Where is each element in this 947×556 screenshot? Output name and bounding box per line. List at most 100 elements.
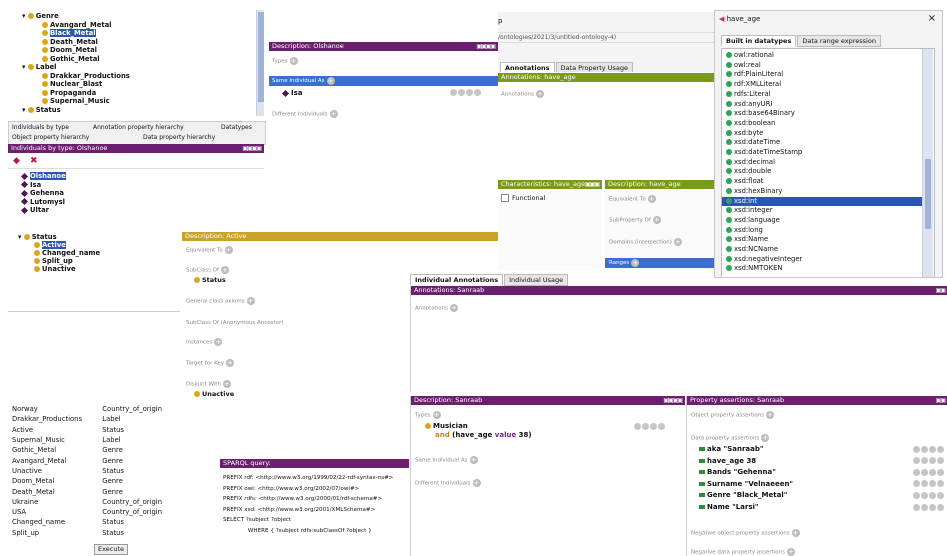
window-controls-icon[interactable]: ▣▣▣▣: [476, 42, 496, 51]
table-row[interactable]: Ukraine Country_of_origin: [10, 497, 186, 507]
subclass-value[interactable]: Status: [194, 276, 226, 284]
datatype-item[interactable]: rdf:XMLLiteral: [722, 80, 926, 90]
row-action-icons[interactable]: [912, 467, 944, 478]
tab-individual-annotations[interactable]: Individual Annotations: [410, 274, 504, 286]
table-row[interactable]: Gothic_Metal Genre: [10, 445, 186, 455]
table-row[interactable]: Changed_name Status: [10, 517, 186, 527]
tree-node[interactable]: Drakkar_Productions: [42, 72, 130, 81]
add-subclass-icon[interactable]: +: [220, 266, 229, 274]
datatype-item[interactable]: xsd:float: [722, 177, 926, 187]
data-assertion-row[interactable]: Bands "Gehenna": [699, 467, 944, 478]
add-annotation-icon[interactable]: +: [450, 304, 459, 312]
data-assertion-row[interactable]: Surname "Velnaeeen": [699, 479, 944, 490]
datatype-item[interactable]: xsd:long: [722, 226, 926, 236]
datatype-item[interactable]: xsd:anyURI: [722, 100, 926, 110]
tab-data-property-usage[interactable]: Data Property Usage: [555, 62, 633, 72]
add-negative-object-icon[interactable]: +: [791, 529, 800, 537]
table-row[interactable]: Doom_Metal Genre: [10, 476, 186, 486]
row-action-icons[interactable]: [633, 422, 665, 430]
add-same-individual-icon[interactable]: +: [326, 76, 335, 85]
tree-node[interactable]: Doom_Metal: [42, 46, 97, 55]
datatype-item[interactable]: xsd:decimal: [722, 158, 926, 168]
add-object-assertion-icon[interactable]: +: [766, 411, 775, 419]
datatype-item[interactable]: xsd:integer: [722, 206, 926, 216]
scrollbar[interactable]: [922, 49, 933, 277]
table-row[interactable]: USA Country_of_origin: [10, 507, 186, 517]
add-different-individual-icon[interactable]: +: [472, 479, 481, 487]
tab-object-property-hierarchy[interactable]: Object property hierarchy: [12, 134, 89, 141]
individual-item[interactable]: Isa: [20, 181, 41, 190]
table-row[interactable]: Death_Metal Genre: [10, 486, 186, 496]
tree-node[interactable]: Unactive: [34, 265, 76, 274]
datatype-item[interactable]: xsd:NMTOKEN: [722, 264, 926, 274]
add-different-individual-icon[interactable]: +: [329, 110, 338, 118]
datatype-item[interactable]: owl:real: [722, 61, 926, 71]
add-equivalent-icon[interactable]: +: [647, 195, 656, 203]
scrollbar[interactable]: [256, 10, 264, 116]
data-assertion-row[interactable]: Name "Larsi": [699, 502, 944, 513]
add-key-icon[interactable]: +: [226, 359, 235, 367]
data-assertion-row[interactable]: aka "Sanraab": [699, 444, 944, 455]
tree-node[interactable]: Nuclear_Blast: [42, 80, 102, 89]
tab-individuals-by-type[interactable]: Individuals by type: [12, 124, 69, 131]
datatype-item[interactable]: xsd:negativeInteger: [722, 255, 926, 265]
add-type-icon[interactable]: +: [289, 57, 298, 65]
row-action-icons[interactable]: [912, 502, 944, 513]
row-action-icons[interactable]: [912, 490, 944, 501]
type-restriction[interactable]: and (have_age value 38): [435, 431, 532, 439]
window-controls-icon[interactable]: ▣▣: [936, 286, 946, 295]
functional-checkbox[interactable]: Functional: [501, 194, 545, 202]
datatype-item[interactable]: rdfs:Literal: [722, 90, 926, 100]
delete-individual-icon[interactable]: ✖: [30, 156, 38, 166]
add-range-icon[interactable]: +: [631, 258, 640, 267]
row-action-icons[interactable]: [912, 444, 944, 455]
tree-node-genre[interactable]: ▾ Genre: [22, 12, 59, 21]
add-disjoint-icon[interactable]: +: [222, 380, 231, 388]
row-action-icons[interactable]: [449, 88, 481, 96]
table-row[interactable]: Supernal_Music Label: [10, 435, 186, 445]
datatype-item[interactable]: xsd:language: [722, 216, 926, 226]
datatype-item[interactable]: rdf:PlainLiteral: [722, 70, 926, 80]
sparql-editor[interactable]: PREFIX rdf: <http://www.w3.org/1999/02/2…: [223, 473, 409, 536]
add-axiom-icon[interactable]: +: [246, 297, 255, 305]
data-assertion-row[interactable]: Genre "Black_Metal": [699, 490, 944, 501]
tab-datatypes[interactable]: Datatypes: [221, 124, 252, 131]
tree-node-status[interactable]: ▾ Status: [22, 106, 61, 115]
row-action-icons[interactable]: [912, 479, 944, 490]
table-row[interactable]: Drakkar_Productions Label: [10, 414, 186, 424]
tree-node[interactable]: Gothic_Metal: [42, 55, 100, 64]
datatype-item[interactable]: xsd:hexBinary: [722, 187, 926, 197]
datatype-item[interactable]: xsd:double: [722, 167, 926, 177]
individual-item[interactable]: Lutomysl: [20, 198, 65, 207]
add-domain-icon[interactable]: +: [673, 238, 682, 246]
table-row[interactable]: Norway Country_of_origin: [10, 404, 186, 414]
datatype-item[interactable]: xsd:dateTimeStamp: [722, 148, 926, 158]
tab-annotations[interactable]: Annotations: [500, 62, 555, 72]
add-subproperty-icon[interactable]: +: [652, 216, 661, 224]
add-type-icon[interactable]: +: [432, 411, 441, 419]
datatype-item[interactable]: xsd:dateTime: [722, 138, 926, 148]
individual-item[interactable]: Ultar: [20, 206, 49, 214]
add-equivalent-icon[interactable]: +: [224, 246, 233, 254]
datatype-item[interactable]: owl:rational: [722, 51, 926, 61]
tree-node[interactable]: Supernal_Music: [42, 97, 110, 106]
datatype-item[interactable]: xsd:Name: [722, 235, 926, 245]
add-annotation-icon[interactable]: +: [536, 90, 545, 98]
window-controls-icon[interactable]: ▣▣▣▣: [242, 144, 262, 153]
data-assertion-row[interactable]: have_age 38: [699, 456, 944, 467]
table-row[interactable]: Unactive Status: [10, 466, 186, 476]
table-row[interactable]: Avangard_Metal Genre: [10, 455, 186, 465]
type-musician[interactable]: Musician: [425, 422, 468, 430]
disjoint-value[interactable]: Unactive: [194, 390, 234, 398]
datatype-item[interactable]: xsd:NCName: [722, 245, 926, 255]
datatype-item-selected[interactable]: xsd:int: [722, 196, 926, 207]
tree-node-selected[interactable]: Black_Metal: [42, 29, 96, 38]
tab-data-property-hierarchy[interactable]: Data property hierarchy: [143, 134, 215, 141]
same-individual-value[interactable]: Isa: [281, 89, 303, 97]
close-icon[interactable]: ×: [928, 13, 936, 24]
tree-node-label[interactable]: ▾ Label: [22, 63, 57, 72]
tree-node[interactable]: Death_Metal: [42, 38, 98, 47]
tree-node[interactable]: Avangard_Metal: [42, 21, 111, 30]
table-row[interactable]: Active Status: [10, 425, 186, 435]
tree-node[interactable]: Propaganda: [42, 89, 96, 98]
